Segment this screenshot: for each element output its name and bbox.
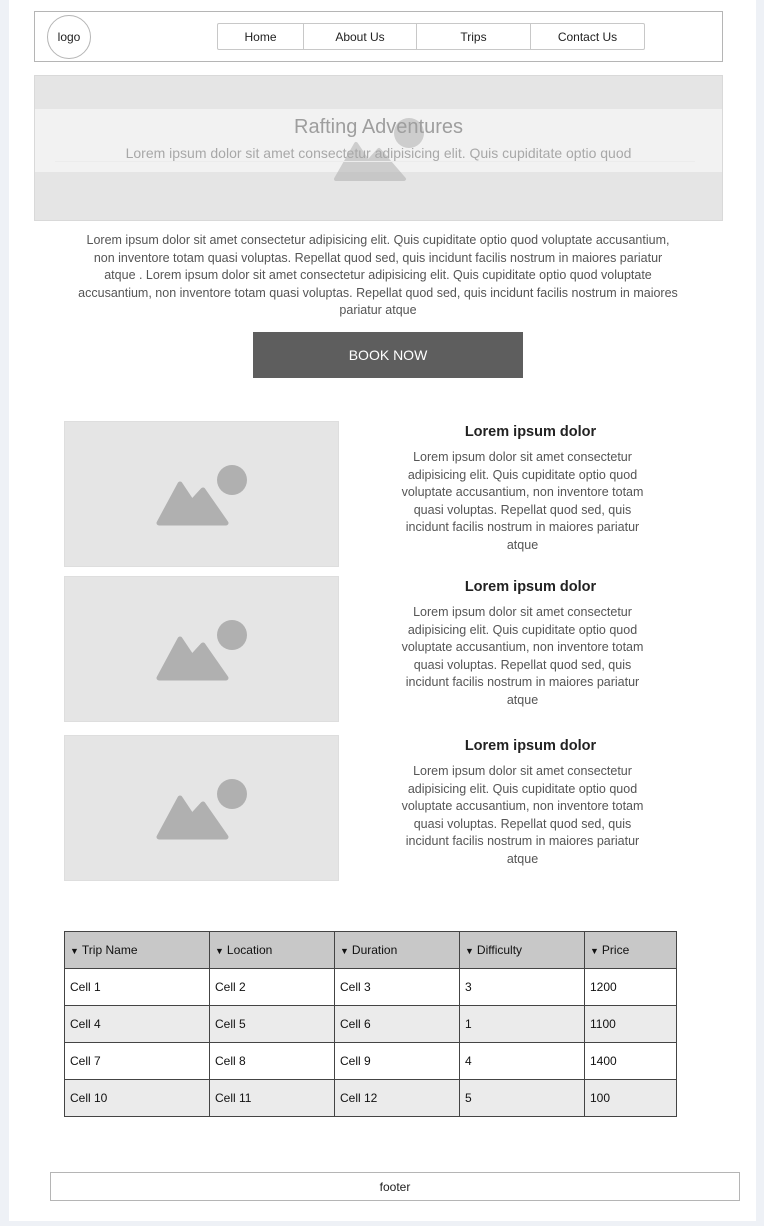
column-header-label: Trip Name [81,943,138,957]
intro-text: Lorem ipsum dolor sit amet consectetur a… [78,233,678,317]
table-cell: 1 [459,1005,585,1043]
table-cell: 1400 [584,1042,677,1080]
column-header-duration[interactable]: ▼ Duration [334,931,460,969]
table-cell: Cell 8 [209,1042,335,1080]
feature-text: Lorem ipsum dolor Lorem ipsum dolor sit … [395,579,650,709]
nav-trips[interactable]: Trips [417,24,531,49]
site-footer: footer [50,1172,740,1201]
table-cell: Cell 6 [334,1005,460,1043]
main-nav: Home About Us Trips Contact Us [217,23,645,50]
hero-banner: Rafting Adventures Lorem ipsum dolor sit… [34,75,723,221]
book-now-button[interactable]: BOOK NOW [253,332,523,378]
table-row: Cell 10 Cell 11 Cell 12 5 100 [64,1079,677,1117]
hero-subtitle: Lorem ipsum dolor sit amet consectetur a… [125,145,632,161]
table-cell: 1100 [584,1005,677,1043]
sort-icon: ▼ [215,946,224,956]
feature-title: Lorem ipsum dolor [464,579,597,595]
table-row: Cell 1 Cell 2 Cell 3 3 1200 [64,968,677,1006]
column-header-label: Price [601,943,630,957]
table-cell: Cell 3 [334,968,460,1006]
table-row: Cell 4 Cell 5 Cell 6 1 1100 [64,1005,677,1043]
table-cell: Cell 12 [334,1079,460,1117]
image-placeholder-icon [156,779,247,840]
sort-icon: ▼ [590,946,599,956]
table-cell: Cell 7 [64,1042,210,1080]
feature-image [64,576,339,722]
nav-contact-us[interactable]: Contact Us [531,24,644,49]
table-cell: 4 [459,1042,585,1080]
column-header-label: Difficulty [476,943,523,957]
table-cell: 1200 [584,968,677,1006]
table-cell: Cell 11 [209,1079,335,1117]
table-row: Cell 7 Cell 8 Cell 9 4 1400 [64,1042,677,1080]
hero-divider [55,161,695,162]
feature-text: Lorem ipsum dolor Lorem ipsum dolor sit … [395,424,650,554]
table-cell: 3 [459,968,585,1006]
column-header-label: Duration [351,943,398,957]
table-header-row: ▼ Trip Name ▼ Location ▼ Duration ▼ Difficul… [64,931,677,969]
feature-text: Lorem ipsum dolor Lorem ipsum dolor sit … [395,738,650,868]
site-header: logo Home About Us Trips Contact Us [34,11,723,62]
feature-body: Lorem ipsum dolor sit amet consectetur a… [401,605,644,707]
feature-image [64,421,339,567]
hero-title: Rafting Adventures [294,116,463,138]
sort-icon: ▼ [340,946,349,956]
feature-body: Lorem ipsum dolor sit amet consectetur a… [401,764,644,866]
column-header-trip-name[interactable]: ▼ Trip Name [64,931,210,969]
table-cell: Cell 4 [64,1005,210,1043]
sort-icon: ▼ [70,946,79,956]
nav-home[interactable]: Home [218,24,304,49]
table-cell: Cell 10 [64,1079,210,1117]
image-placeholder-icon [156,620,247,681]
column-header-location[interactable]: ▼ Location [209,931,335,969]
feature-body: Lorem ipsum dolor sit amet consectetur a… [401,450,644,552]
logo[interactable]: logo [47,15,91,59]
trips-table: ▼ Trip Name ▼ Location ▼ Duration ▼ Difficul… [64,931,677,1117]
image-placeholder-icon [156,465,247,526]
sort-icon: ▼ [465,946,474,956]
feature-image [64,735,339,881]
table-cell: Cell 5 [209,1005,335,1043]
table-cell: Cell 1 [64,968,210,1006]
table-cell: 100 [584,1079,677,1117]
column-header-difficulty[interactable]: ▼ Difficulty [459,931,585,969]
feature-title: Lorem ipsum dolor [464,738,597,754]
column-header-price[interactable]: ▼ Price [584,931,677,969]
table-cell: Cell 9 [334,1042,460,1080]
table-cell: 5 [459,1079,585,1117]
table-cell: Cell 2 [209,968,335,1006]
feature-title: Lorem ipsum dolor [464,424,597,440]
column-header-label: Location [226,943,273,957]
nav-about-us[interactable]: About Us [304,24,417,49]
